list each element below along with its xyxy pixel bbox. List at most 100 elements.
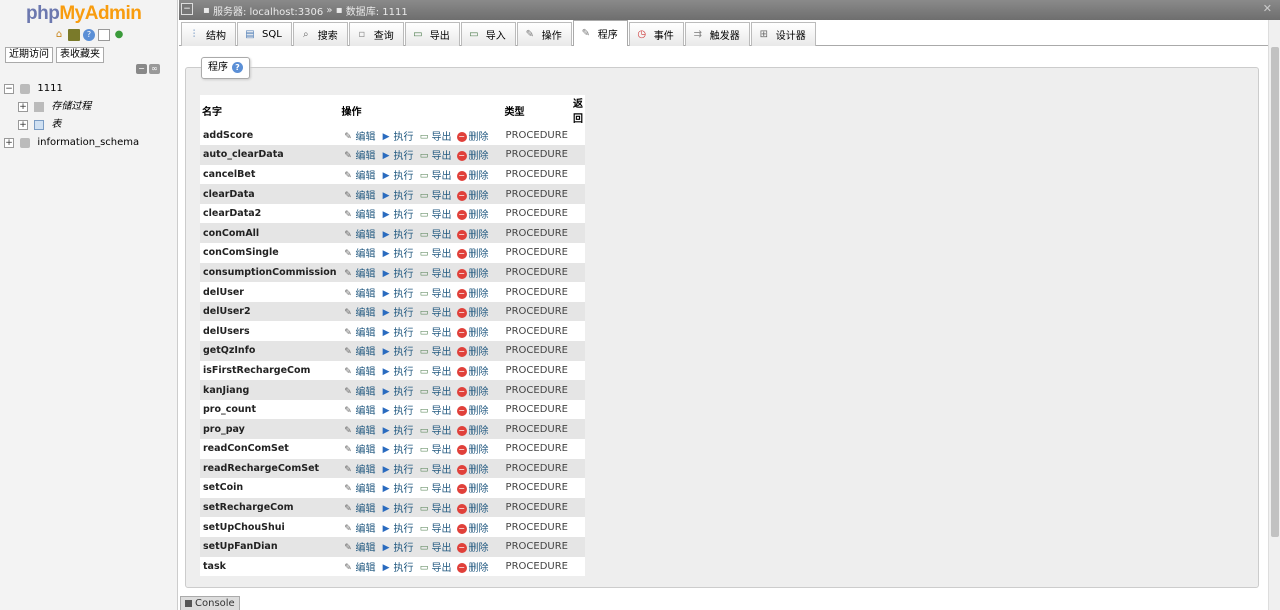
execute-link[interactable]: ▶ 执行 [381, 539, 414, 554]
export-link[interactable]: ▭ 导出 [419, 265, 452, 280]
collapse-icon[interactable]: − [4, 84, 14, 94]
favorites-tab[interactable]: 表收藏夹 [56, 47, 104, 63]
drop-link[interactable]: − 删除 [456, 402, 489, 417]
drop-link[interactable]: − 删除 [456, 500, 489, 515]
header-name[interactable]: 名字 [200, 95, 340, 126]
tab-query[interactable]: ▫ 查询 [348, 22, 404, 46]
drop-link[interactable]: − 删除 [456, 206, 489, 221]
export-link[interactable]: ▭ 导出 [419, 402, 452, 417]
export-link[interactable]: ▭ 导出 [419, 128, 452, 143]
drop-link[interactable]: − 删除 [456, 343, 489, 358]
export-link[interactable]: ▭ 导出 [419, 461, 452, 476]
execute-link[interactable]: ▶ 执行 [381, 304, 414, 319]
execute-link[interactable]: ▶ 执行 [381, 520, 414, 535]
tab-sql[interactable]: ▤ SQL [237, 22, 292, 46]
edit-link[interactable]: ✎ 编辑 [343, 206, 375, 221]
edit-link[interactable]: ✎ 编辑 [343, 343, 375, 358]
export-link[interactable]: ▭ 导出 [419, 304, 452, 319]
drop-link[interactable]: − 删除 [456, 167, 489, 182]
execute-link[interactable]: ▶ 执行 [381, 226, 414, 241]
export-link[interactable]: ▭ 导出 [419, 324, 452, 339]
edit-link[interactable]: ✎ 编辑 [343, 167, 375, 182]
execute-link[interactable]: ▶ 执行 [381, 402, 414, 417]
home-icon[interactable]: ⌂ [53, 29, 65, 41]
drop-link[interactable]: − 删除 [456, 304, 489, 319]
edit-link[interactable]: ✎ 编辑 [343, 383, 375, 398]
export-link[interactable]: ▭ 导出 [419, 500, 452, 515]
execute-link[interactable]: ▶ 执行 [381, 147, 414, 162]
help-icon[interactable]: ? [83, 29, 95, 41]
drop-link[interactable]: − 删除 [456, 520, 489, 535]
tab-search[interactable]: ⌕ 搜索 [292, 22, 348, 46]
edit-link[interactable]: ✎ 编辑 [343, 441, 375, 456]
edit-link[interactable]: ✎ 编辑 [343, 500, 375, 515]
menu-toggle-icon[interactable]: − [181, 3, 193, 15]
drop-link[interactable]: − 删除 [456, 422, 489, 437]
edit-link[interactable]: ✎ 编辑 [343, 128, 375, 143]
drop-link[interactable]: − 删除 [456, 285, 489, 300]
export-link[interactable]: ▭ 导出 [419, 383, 452, 398]
export-link[interactable]: ▭ 导出 [419, 343, 452, 358]
expand-icon[interactable]: + [18, 120, 28, 130]
tab-import[interactable]: ▭ 导入 [460, 22, 516, 46]
execute-link[interactable]: ▶ 执行 [381, 383, 414, 398]
drop-link[interactable]: − 删除 [456, 441, 489, 456]
docs-icon[interactable] [98, 29, 110, 41]
help-icon[interactable]: ? [232, 61, 243, 73]
tab-triggers[interactable]: ⇉ 触发器 [684, 22, 750, 46]
execute-link[interactable]: ▶ 执行 [381, 441, 414, 456]
edit-link[interactable]: ✎ 编辑 [343, 520, 375, 535]
execute-link[interactable]: ▶ 执行 [381, 206, 414, 221]
tab-events[interactable]: ◷ 事件 [628, 22, 684, 46]
edit-link[interactable]: ✎ 编辑 [343, 147, 375, 162]
tree-item-tables[interactable]: + 表 [4, 116, 174, 134]
execute-link[interactable]: ▶ 执行 [381, 167, 414, 182]
drop-link[interactable]: − 删除 [456, 324, 489, 339]
tree-label[interactable]: information_schema [37, 137, 139, 148]
expand-icon[interactable]: + [18, 102, 28, 112]
header-type[interactable]: 类型 [502, 95, 571, 126]
scrollbar-thumb[interactable] [1271, 47, 1279, 537]
export-link[interactable]: ▭ 导出 [419, 559, 452, 574]
execute-link[interactable]: ▶ 执行 [381, 480, 414, 495]
drop-link[interactable]: − 删除 [456, 245, 489, 260]
drop-link[interactable]: − 删除 [456, 363, 489, 378]
drop-link[interactable]: − 删除 [456, 480, 489, 495]
edit-link[interactable]: ✎ 编辑 [343, 461, 375, 476]
tab-designer[interactable]: ⊞ 设计器 [750, 22, 816, 46]
reload-icon[interactable]: ● [113, 29, 125, 41]
execute-link[interactable]: ▶ 执行 [381, 363, 414, 378]
export-link[interactable]: ▭ 导出 [419, 226, 452, 241]
edit-link[interactable]: ✎ 编辑 [343, 480, 375, 495]
tab-structure[interactable]: ⫶ 结构 [181, 22, 236, 46]
tree-item-information-schema[interactable]: + information_schema [4, 134, 174, 152]
export-link[interactable]: ▭ 导出 [419, 441, 452, 456]
edit-link[interactable]: ✎ 编辑 [343, 422, 375, 437]
execute-link[interactable]: ▶ 执行 [381, 559, 414, 574]
export-link[interactable]: ▭ 导出 [419, 285, 452, 300]
drop-link[interactable]: − 删除 [456, 461, 489, 476]
tree-label[interactable]: 存储过程 [51, 101, 91, 112]
edit-link[interactable]: ✎ 编辑 [343, 324, 375, 339]
drop-link[interactable]: − 删除 [456, 226, 489, 241]
export-link[interactable]: ▭ 导出 [419, 480, 452, 495]
tab-export[interactable]: ▭ 导出 [404, 22, 460, 46]
phpmyadmin-logo[interactable]: phpMyAdmin [26, 3, 142, 25]
vertical-scrollbar[interactable] [1268, 20, 1280, 610]
export-link[interactable]: ▭ 导出 [419, 187, 452, 202]
tab-routines[interactable]: ✎ 程序 [572, 20, 628, 46]
expand-icon[interactable]: + [4, 138, 14, 148]
drop-link[interactable]: − 删除 [456, 147, 489, 162]
execute-link[interactable]: ▶ 执行 [381, 128, 414, 143]
recent-tab[interactable]: 近期访问 [5, 47, 53, 63]
export-link[interactable]: ▭ 导出 [419, 245, 452, 260]
edit-link[interactable]: ✎ 编辑 [343, 265, 375, 280]
execute-link[interactable]: ▶ 执行 [381, 461, 414, 476]
tab-operations[interactable]: ✎ 操作 [516, 22, 572, 46]
tree-item-procedures[interactable]: + 存储过程 [4, 98, 174, 116]
drop-link[interactable]: − 删除 [456, 559, 489, 574]
execute-link[interactable]: ▶ 执行 [381, 285, 414, 300]
tree-label[interactable]: 1111 [37, 83, 62, 94]
drop-link[interactable]: − 删除 [456, 187, 489, 202]
edit-link[interactable]: ✎ 编辑 [343, 402, 375, 417]
